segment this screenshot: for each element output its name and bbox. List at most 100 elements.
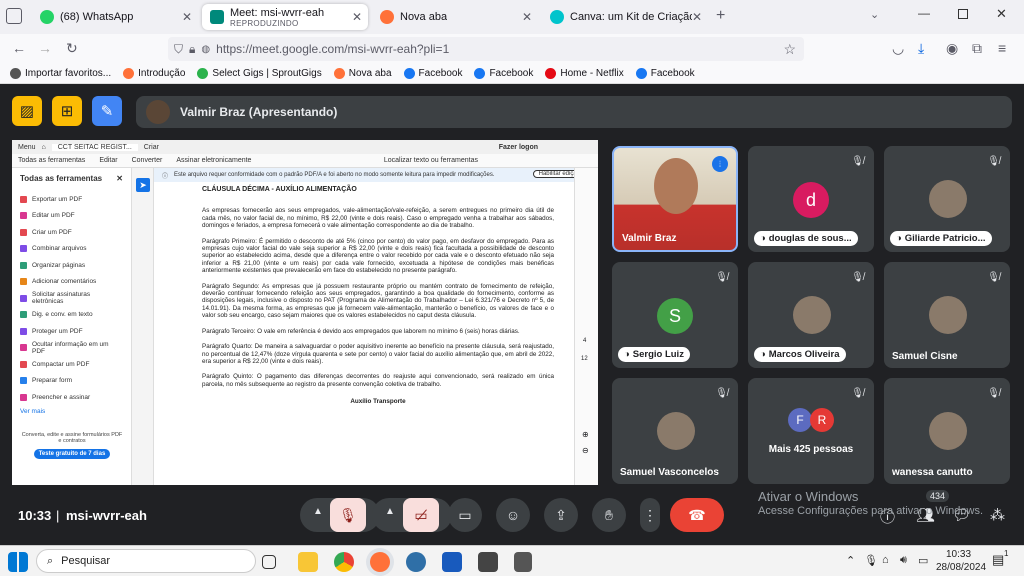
tool-item[interactable]: Compactar um PDF	[20, 356, 123, 373]
extensions-icon[interactable]: ⧉	[972, 40, 982, 57]
present-button[interactable]: ⇪	[544, 498, 578, 532]
forward-icon[interactable]: →	[38, 40, 52, 56]
participant-tile[interactable]: 🎙︎̸ d ◑ douglas de sous...	[748, 146, 874, 252]
battery-icon[interactable]: ▭	[918, 554, 928, 567]
pdf-search[interactable]: Localizar texto ou ferramentas	[384, 157, 478, 164]
tool-item[interactable]: Ocultar informação em um PDF	[20, 340, 123, 357]
leave-call-button[interactable]: ☎	[670, 498, 724, 532]
bookmark-item[interactable]: Facebook	[635, 68, 695, 79]
tool-item[interactable]: Proteger um PDF	[20, 323, 123, 340]
account-icon[interactable]: ◉	[946, 40, 958, 57]
url-bar[interactable]: ⛉ 🔒︎ ◍ https://meet.google.com/msi-wvrr-…	[168, 37, 804, 61]
close-icon[interactable]: ✕	[352, 10, 362, 24]
reload-icon[interactable]: ↻	[66, 40, 78, 57]
close-icon[interactable]: ✕	[522, 10, 532, 24]
free-trial-button[interactable]: Teste gratuito de 7 dias	[33, 449, 111, 459]
hide-presentation-button[interactable]: ▨	[12, 96, 42, 126]
zoom-out-icon[interactable]: ⊖	[582, 446, 589, 455]
bookmark-star-icon[interactable]: ☆	[783, 41, 796, 58]
minimize-button[interactable]: —	[918, 6, 930, 20]
camera-off-button[interactable]: ▭̸	[403, 498, 439, 532]
permissions-icon[interactable]: ◍	[201, 44, 210, 55]
close-icon[interactable]: ✕	[692, 10, 702, 24]
pdf-toolbar-item[interactable]: Converter	[132, 157, 163, 164]
select-cursor-icon[interactable]: ➤	[136, 178, 150, 192]
emoji-button[interactable]: ☺	[496, 498, 530, 532]
participant-tile[interactable]: 🎙︎̸ wanessa canutto	[884, 378, 1010, 484]
tab-whatsapp[interactable]: (68) WhatsApp ✕	[32, 4, 198, 30]
windows-start-icon[interactable]	[8, 552, 28, 572]
participant-tile[interactable]: 🎙︎̸ ◑ Marcos Oliveira	[748, 262, 874, 368]
file-explorer-icon[interactable]	[298, 552, 318, 572]
mic-muted-button[interactable]: 🎙︎	[330, 498, 366, 532]
pdf-tab[interactable]: CCT SEITAC REGIST...	[51, 143, 138, 151]
tool-item[interactable]: Combinar arquivos	[20, 241, 123, 258]
pocket-icon[interactable]: ◡	[892, 40, 904, 57]
tool-item[interactable]: Criar um PDF	[20, 224, 123, 241]
bookmark-item[interactable]: Nova aba	[333, 68, 392, 79]
tool-item[interactable]: Solicitar assinaturas eletrônicas	[20, 290, 123, 307]
clock-date[interactable]: 28/08/2024	[936, 562, 986, 573]
close-icon[interactable]: ✕	[116, 174, 123, 183]
chevron-up-icon[interactable]: ▲	[385, 506, 395, 517]
participant-tile[interactable]: 🎙︎̸ ◑ Giliarde Patricio...	[884, 146, 1010, 252]
close-window-button[interactable]: ✕	[996, 6, 1007, 22]
bookmark-item[interactable]: Facebook	[474, 68, 533, 79]
task-view-icon[interactable]	[262, 555, 276, 569]
pdf-toolbar-item[interactable]: Todas as ferramentas	[18, 157, 85, 164]
url-text[interactable]: https://meet.google.com/msi-wvrr-eah?pli…	[216, 42, 449, 56]
taskbar-search[interactable]: ⌕ Pesquisar	[36, 549, 256, 573]
bookmark-item[interactable]: Home - Netflix	[545, 68, 624, 79]
word-icon[interactable]	[442, 552, 462, 572]
notifications-icon[interactable]: ▤	[992, 552, 1004, 568]
tool-item[interactable]: Adicionar comentários	[20, 274, 123, 291]
bookmark-item[interactable]: Introdução	[123, 68, 185, 79]
new-tab-button[interactable]: +	[716, 7, 725, 25]
back-icon[interactable]: ←	[12, 40, 26, 56]
participant-tile[interactable]: 🎙︎̸ Samuel Cisne	[884, 262, 1010, 368]
close-icon[interactable]: ✕	[182, 10, 192, 24]
page-number[interactable]: 12	[581, 356, 588, 362]
tray-chevron-icon[interactable]: ⌃	[846, 554, 855, 567]
tab-list-icon[interactable]	[6, 8, 22, 24]
app-icon[interactable]	[406, 552, 426, 572]
activities-icon[interactable]: ⁂	[990, 506, 1005, 524]
mic-tray-icon[interactable]: 🎙︎	[864, 554, 878, 567]
bookmark-item[interactable]: Importar favoritos...	[10, 68, 111, 79]
annotate-button[interactable]: ✎	[92, 96, 122, 126]
store-icon[interactable]	[514, 552, 532, 572]
raise-hand-button[interactable]: ✋︎	[592, 498, 626, 532]
tab-new[interactable]: Nova aba ✕	[372, 4, 538, 30]
tool-item[interactable]: Editar um PDF	[20, 208, 123, 225]
tool-item[interactable]: Preparar form	[20, 373, 123, 390]
layout-button[interactable]: ⊞	[52, 96, 82, 126]
participant-tile[interactable]: 🎙︎̸ S ◑ Sergio Luiz	[612, 262, 738, 368]
pdf-new-tab[interactable]: Criar	[144, 144, 159, 151]
pdf-login[interactable]: Fazer logon	[499, 144, 538, 151]
restore-button[interactable]	[958, 9, 968, 19]
pdf-toolbar-item[interactable]: Assinar eletronicamente	[176, 157, 251, 164]
menu-icon[interactable]: ≡	[998, 40, 1006, 56]
network-icon[interactable]: ⌂	[882, 554, 889, 566]
tool-item[interactable]: Exportar um PDF	[20, 191, 123, 208]
participant-tile[interactable]: 🎙︎̸ F R Mais 425 pessoas	[748, 378, 874, 484]
chrome-icon[interactable]	[334, 552, 354, 572]
participant-tile[interactable]: ⦙ Valmir Braz	[612, 146, 738, 252]
shield-icon[interactable]: ⛉	[174, 42, 183, 57]
media-icon[interactable]	[478, 552, 498, 572]
chevron-up-icon[interactable]: ▲	[313, 506, 323, 517]
bookmark-item[interactable]: Select Gigs | SproutGigs	[197, 68, 322, 79]
zoom-in-icon[interactable]: ⊕	[582, 430, 589, 439]
tab-meet[interactable]: Meet: msi-wvrr-eah REPRODUZINDO ✕	[202, 4, 368, 30]
more-options-button[interactable]: ⋮	[640, 498, 660, 532]
tool-item[interactable]: Preencher e assinar	[20, 389, 123, 406]
bookmark-item[interactable]: Facebook	[403, 68, 462, 79]
tool-item[interactable]: Dig. e conv. em texto	[20, 307, 123, 324]
downloads-icon[interactable]: ⤓	[918, 40, 924, 57]
chevron-down-icon[interactable]: ⌄	[870, 8, 879, 21]
home-icon[interactable]: ⌂	[42, 144, 46, 151]
lock-icon[interactable]: 🔒︎	[189, 42, 195, 57]
pdf-toolbar-item[interactable]: Editar	[99, 157, 117, 164]
see-more-link[interactable]: Ver mais	[20, 408, 123, 415]
tool-item[interactable]: Organizar páginas	[20, 257, 123, 274]
